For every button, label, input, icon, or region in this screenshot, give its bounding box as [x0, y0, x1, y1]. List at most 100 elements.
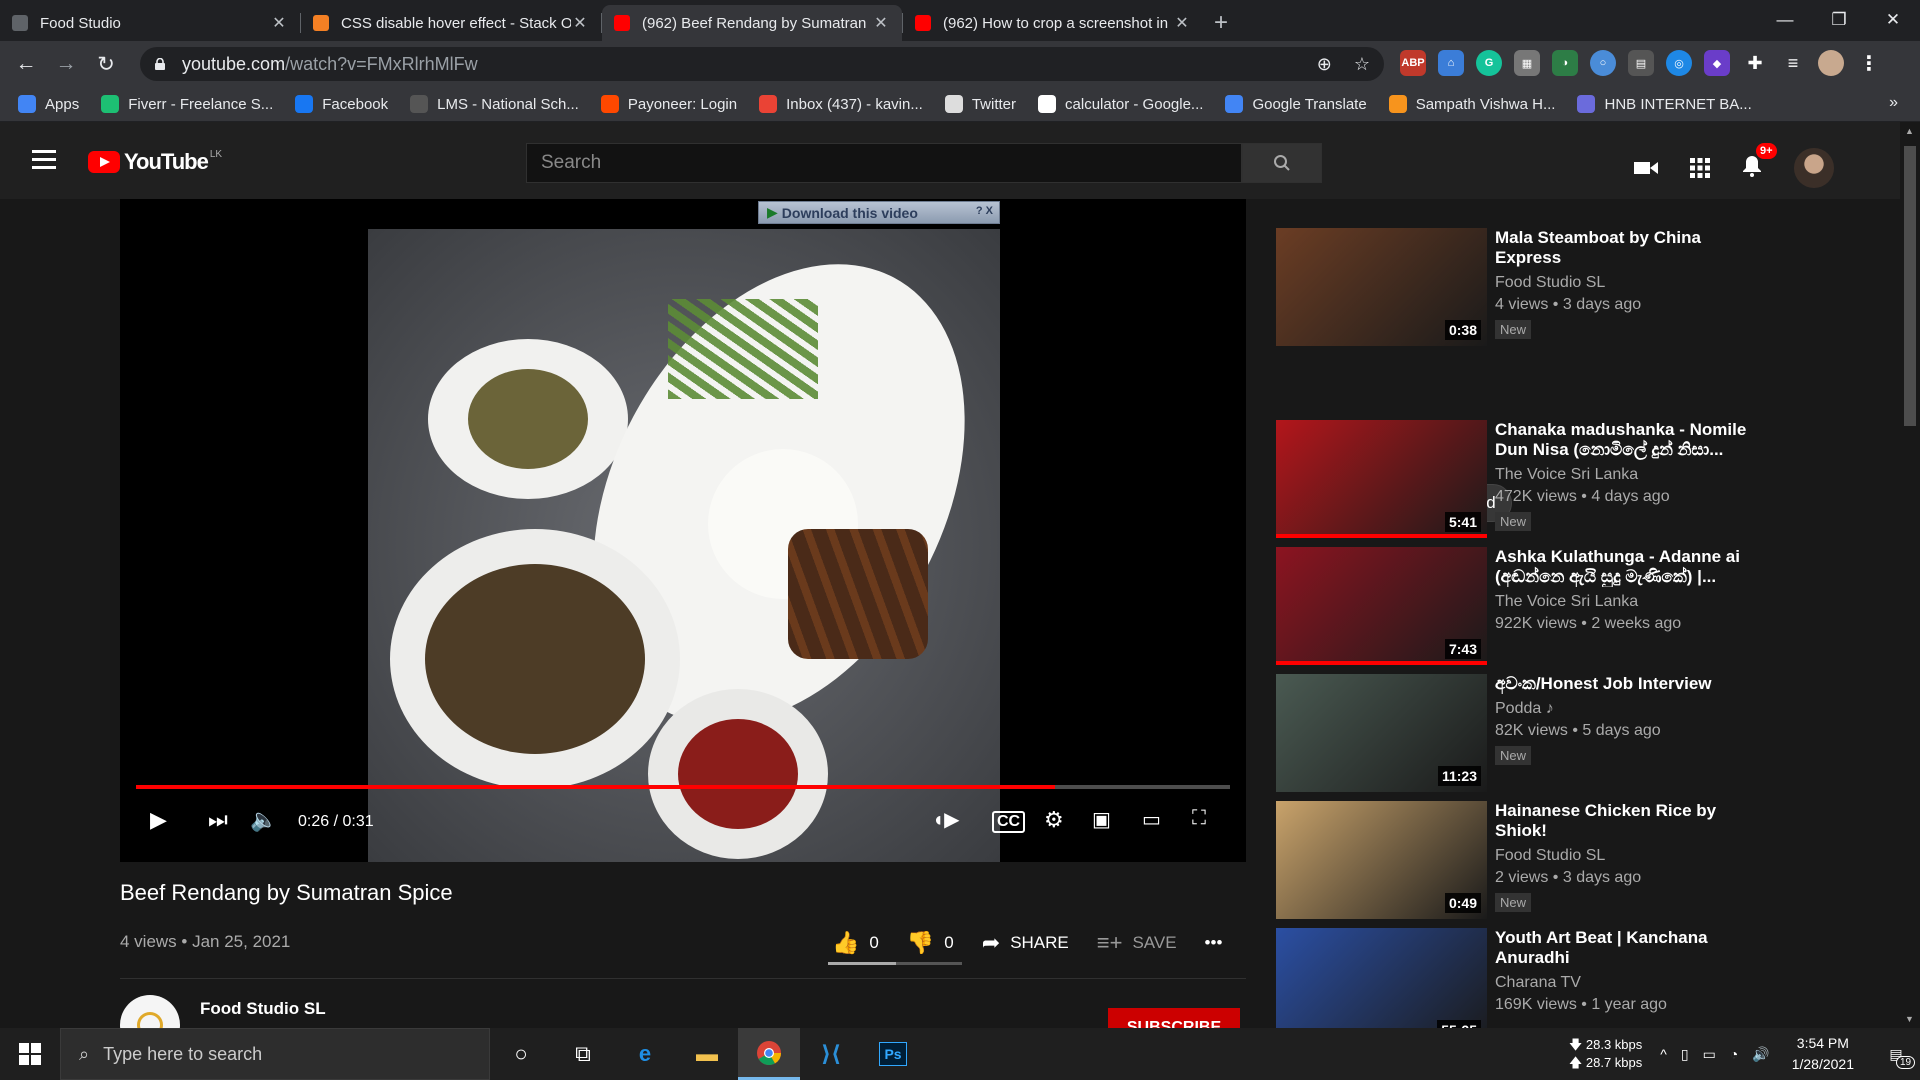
- video-thumbnail[interactable]: 0:49: [1276, 801, 1487, 919]
- apps-grid-icon[interactable]: [1690, 158, 1710, 178]
- related-video-channel[interactable]: Podda ♪: [1495, 700, 1755, 718]
- close-tab-icon[interactable]: ✕: [571, 13, 589, 33]
- related-video-title[interactable]: Mala Steamboat by China Express: [1495, 228, 1755, 268]
- grammarly-extension-icon[interactable]: G: [1476, 50, 1502, 76]
- file-explorer-icon[interactable]: ▬: [676, 1028, 738, 1080]
- related-video-title[interactable]: Hainanese Chicken Rice by Shiok!: [1495, 801, 1755, 841]
- color-extension-icon[interactable]: ◑: [1552, 50, 1578, 76]
- bookmark-item[interactable]: LMS - National Sch...: [410, 95, 579, 113]
- battery-icon[interactable]: ▭: [1703, 1046, 1716, 1063]
- related-video-card[interactable]: 55:25 Youth Art Beat | Kanchana Anuradhi C…: [1276, 928, 1756, 1028]
- related-video-title[interactable]: Chanaka madushanka - Nomile Dun Nisa (නො…: [1495, 420, 1755, 460]
- bookmark-item[interactable]: Fiverr - Freelance S...: [101, 95, 273, 113]
- reload-icon[interactable]: ↻: [86, 44, 126, 84]
- related-video-channel[interactable]: Charana TV: [1495, 974, 1755, 992]
- related-video-title[interactable]: Ashka Kulathunga - Adanne ai (අඬන්නෙ ඇයි…: [1495, 547, 1755, 587]
- autoplay-toggle[interactable]: ◖▶: [932, 807, 959, 832]
- forward-icon[interactable]: →: [46, 44, 86, 84]
- next-icon[interactable]: ⏭: [208, 807, 228, 833]
- minimize-button[interactable]: —: [1758, 0, 1812, 40]
- browser-tab[interactable]: CSS disable hover effect - Stack O ✕: [301, 5, 601, 41]
- related-video-card[interactable]: 11:23 අවංක/Honest Job Interview Podda ♪ 82K…: [1276, 674, 1756, 792]
- browser-tab[interactable]: (962) Beef Rendang by Sumatran ✕: [602, 5, 902, 41]
- omnibox[interactable]: youtube.com/watch?v=FMxRlrhMlFw ⊕ ☆: [140, 47, 1384, 81]
- related-video-card[interactable]: 0:38 Mala Steamboat by China Express Food …: [1276, 228, 1756, 346]
- video-thumbnail[interactable]: 0:38: [1276, 228, 1487, 346]
- like-button[interactable]: 👍 0: [832, 930, 879, 956]
- translate-extension-icon[interactable]: ⌂: [1438, 50, 1464, 76]
- bookmark-item[interactable]: Facebook: [295, 95, 388, 113]
- channel-name[interactable]: Food Studio SL: [200, 999, 326, 1019]
- settings-gear-icon[interactable]: ⚙: [1044, 807, 1064, 833]
- hamburger-menu-icon[interactable]: [32, 150, 56, 169]
- task-view-icon[interactable]: ⧉: [552, 1028, 614, 1080]
- related-video-card[interactable]: 5:41 Chanaka madushanka - Nomile Dun Nisa…: [1276, 420, 1756, 538]
- play-icon[interactable]: ▶: [150, 807, 167, 833]
- close-window-button[interactable]: ✕: [1866, 0, 1920, 40]
- video-frame[interactable]: [368, 229, 1000, 862]
- speaker-icon[interactable]: 🔊: [1752, 1046, 1769, 1063]
- related-video-card[interactable]: 7:43 Ashka Kulathunga - Adanne ai (අඬන්නෙ…: [1276, 547, 1756, 665]
- search-button[interactable]: [1242, 143, 1322, 183]
- maximize-button[interactable]: ❐: [1812, 0, 1866, 40]
- scrollbar-thumb[interactable]: [1904, 146, 1916, 426]
- youtube-logo[interactable]: YouTube LK: [88, 149, 222, 175]
- bookmark-item[interactable]: Google Translate: [1225, 95, 1367, 113]
- account-avatar[interactable]: [1794, 148, 1834, 188]
- tray-chevron-icon[interactable]: ^: [1660, 1046, 1667, 1062]
- fullscreen-icon[interactable]: ⛶: [1192, 807, 1206, 830]
- related-video-channel[interactable]: Food Studio SL: [1495, 847, 1755, 865]
- edge-icon[interactable]: e: [614, 1028, 676, 1080]
- related-video-channel[interactable]: The Voice Sri Lanka: [1495, 466, 1755, 484]
- theater-mode-icon[interactable]: ▭: [1142, 807, 1161, 832]
- back-icon[interactable]: ←: [6, 44, 46, 84]
- close-tab-icon[interactable]: ✕: [270, 13, 288, 33]
- video-thumbnail[interactable]: 7:43: [1276, 547, 1487, 665]
- bookmark-item[interactable]: Inbox (437) - kavin...: [759, 95, 923, 113]
- device-icon[interactable]: ▯: [1681, 1046, 1689, 1063]
- notifications-button[interactable]: 9+: [1742, 142, 1777, 182]
- dislike-button[interactable]: 👎 0: [907, 930, 954, 956]
- reading-list-icon[interactable]: ≡: [1780, 50, 1806, 76]
- volume-icon[interactable]: 🔈: [250, 807, 277, 833]
- teams-extension-icon[interactable]: ◆: [1704, 50, 1730, 76]
- bookmark-item[interactable]: Sampath Vishwa H...: [1388, 95, 1555, 113]
- bookmark-item[interactable]: Apps: [18, 95, 79, 113]
- related-video-channel[interactable]: The Voice Sri Lanka: [1495, 593, 1755, 611]
- new-tab-button[interactable]: +: [1203, 5, 1239, 41]
- vpn-extension-icon[interactable]: ○: [1590, 50, 1616, 76]
- close-tab-icon[interactable]: ✕: [872, 13, 890, 33]
- more-actions-button[interactable]: •••: [1205, 933, 1223, 953]
- adblock-extension-icon[interactable]: ABP: [1400, 50, 1426, 76]
- page-scrollbar[interactable]: ▲ ▼: [1900, 122, 1920, 1028]
- bookmarks-overflow-icon[interactable]: »: [1889, 94, 1898, 112]
- search-input[interactable]: Search: [526, 143, 1242, 183]
- bookmark-item[interactable]: Twitter: [944, 95, 1016, 113]
- video-player[interactable]: ▶ Download this video ? X ▶ ⏭ 🔈 0:26 / 0…: [120, 199, 1246, 862]
- related-video-title[interactable]: අවංක/Honest Job Interview: [1495, 674, 1755, 694]
- close-tab-icon[interactable]: ✕: [1173, 13, 1191, 33]
- bookmark-star-icon[interactable]: ☆: [1354, 54, 1370, 75]
- vscode-icon[interactable]: ⟩⟨: [800, 1028, 862, 1080]
- tool-extension-icon[interactable]: ▤: [1628, 50, 1654, 76]
- video-thumbnail[interactable]: 5:41: [1276, 420, 1487, 538]
- globe-extension-icon[interactable]: ◎: [1666, 50, 1692, 76]
- progress-bar[interactable]: [136, 785, 1230, 789]
- related-video-title[interactable]: Youth Art Beat | Kanchana Anuradhi: [1495, 928, 1755, 968]
- download-close[interactable]: ? X: [976, 205, 993, 217]
- bookmark-item[interactable]: HNB INTERNET BA...: [1577, 95, 1752, 113]
- windows-start-icon[interactable]: [0, 1028, 60, 1080]
- create-video-icon[interactable]: [1634, 159, 1658, 177]
- subscribe-button[interactable]: SUBSCRIBE: [1108, 1008, 1240, 1028]
- video-thumbnail[interactable]: 11:23: [1276, 674, 1487, 792]
- bookmark-item[interactable]: Payoneer: Login: [600, 95, 737, 113]
- share-button[interactable]: ➦ SHARE: [982, 930, 1069, 956]
- clock[interactable]: 3:54 PM 1/28/2021: [1792, 1033, 1854, 1075]
- action-center-icon[interactable]: ▤ 19: [1872, 1046, 1920, 1069]
- channel-avatar[interactable]: [120, 995, 180, 1028]
- captions-icon[interactable]: CC: [992, 811, 1026, 833]
- save-button[interactable]: ≡+ SAVE: [1097, 930, 1177, 956]
- miniplayer-icon[interactable]: ▣: [1092, 807, 1111, 832]
- browser-tab[interactable]: (962) How to crop a screenshot in ✕: [903, 5, 1203, 41]
- wifi-icon[interactable]: ◔: [1730, 1046, 1738, 1062]
